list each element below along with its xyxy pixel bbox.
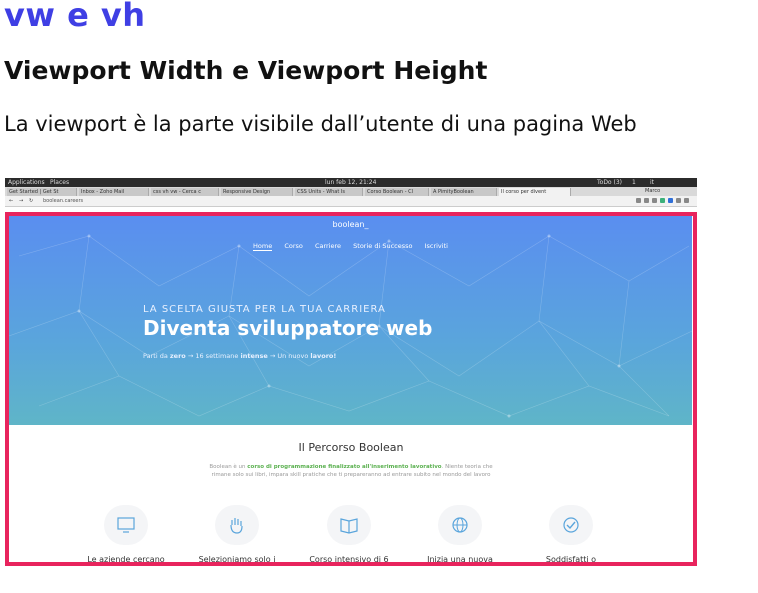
- clock: lun feb 12, 21:24: [325, 179, 377, 186]
- extension-icon[interactable]: [652, 198, 657, 203]
- browser-tab[interactable]: A PimityBoolean: [431, 188, 497, 196]
- todo-indicator[interactable]: ToDo (3): [597, 178, 622, 187]
- slide-body-text: La viewport è la parte visibile dall’ute…: [4, 112, 637, 136]
- back-icon[interactable]: ←: [9, 196, 13, 206]
- url-field[interactable]: boolean.careers: [43, 196, 83, 206]
- viewport-highlight-border: [5, 212, 697, 566]
- menu-icon[interactable]: [684, 198, 689, 203]
- applications-menu[interactable]: Applications: [8, 178, 45, 187]
- extension-icon[interactable]: [668, 198, 673, 203]
- browser-tab-strip: Get Started | Get St Inbox - Zoho Mail c…: [5, 187, 697, 196]
- slide-subtitle: Viewport Width e Viewport Height: [4, 56, 488, 85]
- extension-icon[interactable]: [644, 198, 649, 203]
- forward-icon[interactable]: →: [19, 196, 23, 206]
- workspace-indicator[interactable]: 1: [632, 178, 636, 187]
- browser-screenshot: Applications Places lun feb 12, 21:24 To…: [5, 178, 697, 566]
- places-menu[interactable]: Places: [50, 178, 69, 187]
- browser-tab[interactable]: Corso Boolean - Cl: [365, 188, 429, 196]
- reload-icon[interactable]: ↻: [29, 196, 33, 206]
- os-top-bar: Applications Places lun feb 12, 21:24 To…: [5, 178, 697, 187]
- extension-icon[interactable]: [676, 198, 681, 203]
- browser-tab[interactable]: css vh vw - Cerca c: [151, 188, 219, 196]
- browser-tab-active[interactable]: Il corso per divent: [499, 188, 571, 196]
- profile-name[interactable]: Marco: [645, 188, 660, 194]
- address-bar: ← → ↻ boolean.careers: [5, 196, 697, 207]
- extension-icon[interactable]: [660, 198, 665, 203]
- slide-title: vw e vh: [4, 0, 146, 34]
- browser-tab[interactable]: Responsive Design: [221, 188, 293, 196]
- browser-tab[interactable]: CSS Units - What Is: [295, 188, 363, 196]
- extension-icons: [599, 198, 689, 204]
- star-icon[interactable]: [636, 198, 641, 203]
- browser-tab[interactable]: Inbox - Zoho Mail: [79, 188, 149, 196]
- language-indicator[interactable]: it: [650, 178, 654, 187]
- browser-tab[interactable]: Get Started | Get St: [7, 188, 77, 196]
